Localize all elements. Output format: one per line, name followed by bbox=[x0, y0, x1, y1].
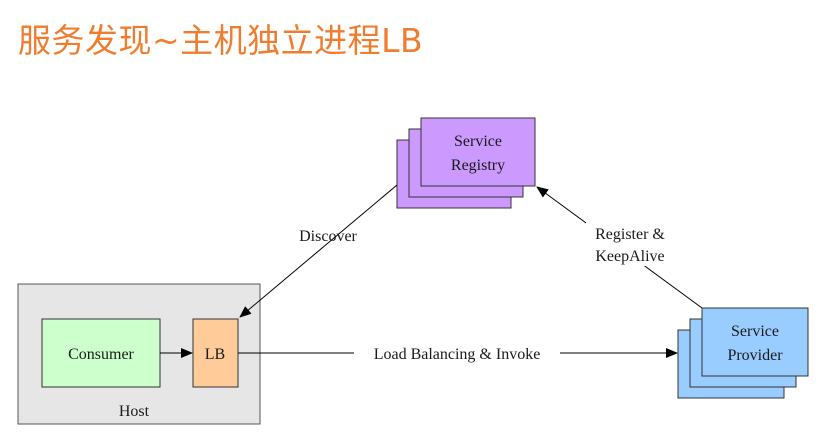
register-label-line1: Register & bbox=[595, 226, 665, 243]
registry-label-line2: Registry bbox=[451, 157, 505, 174]
invoke-label: Load Balancing & Invoke bbox=[374, 346, 541, 363]
edge-discover bbox=[239, 184, 398, 318]
provider-label-line2: Provider bbox=[727, 347, 783, 364]
host-label: Host bbox=[119, 403, 150, 420]
architecture-diagram: Host Consumer LB Service Registry Servic… bbox=[17, 117, 809, 425]
consumer-label: Consumer bbox=[68, 346, 134, 363]
provider-label-line1: Service bbox=[731, 323, 779, 340]
discover-label: Discover bbox=[299, 228, 357, 245]
service-provider-node bbox=[701, 307, 809, 377]
registry-label-line1: Service bbox=[454, 133, 502, 150]
register-label-line2: KeepAlive bbox=[595, 248, 664, 265]
service-registry-node bbox=[420, 117, 536, 187]
service-provider-stack: Service Provider bbox=[677, 307, 809, 399]
lb-label: LB bbox=[205, 346, 225, 363]
service-registry-stack: Service Registry bbox=[396, 117, 536, 209]
